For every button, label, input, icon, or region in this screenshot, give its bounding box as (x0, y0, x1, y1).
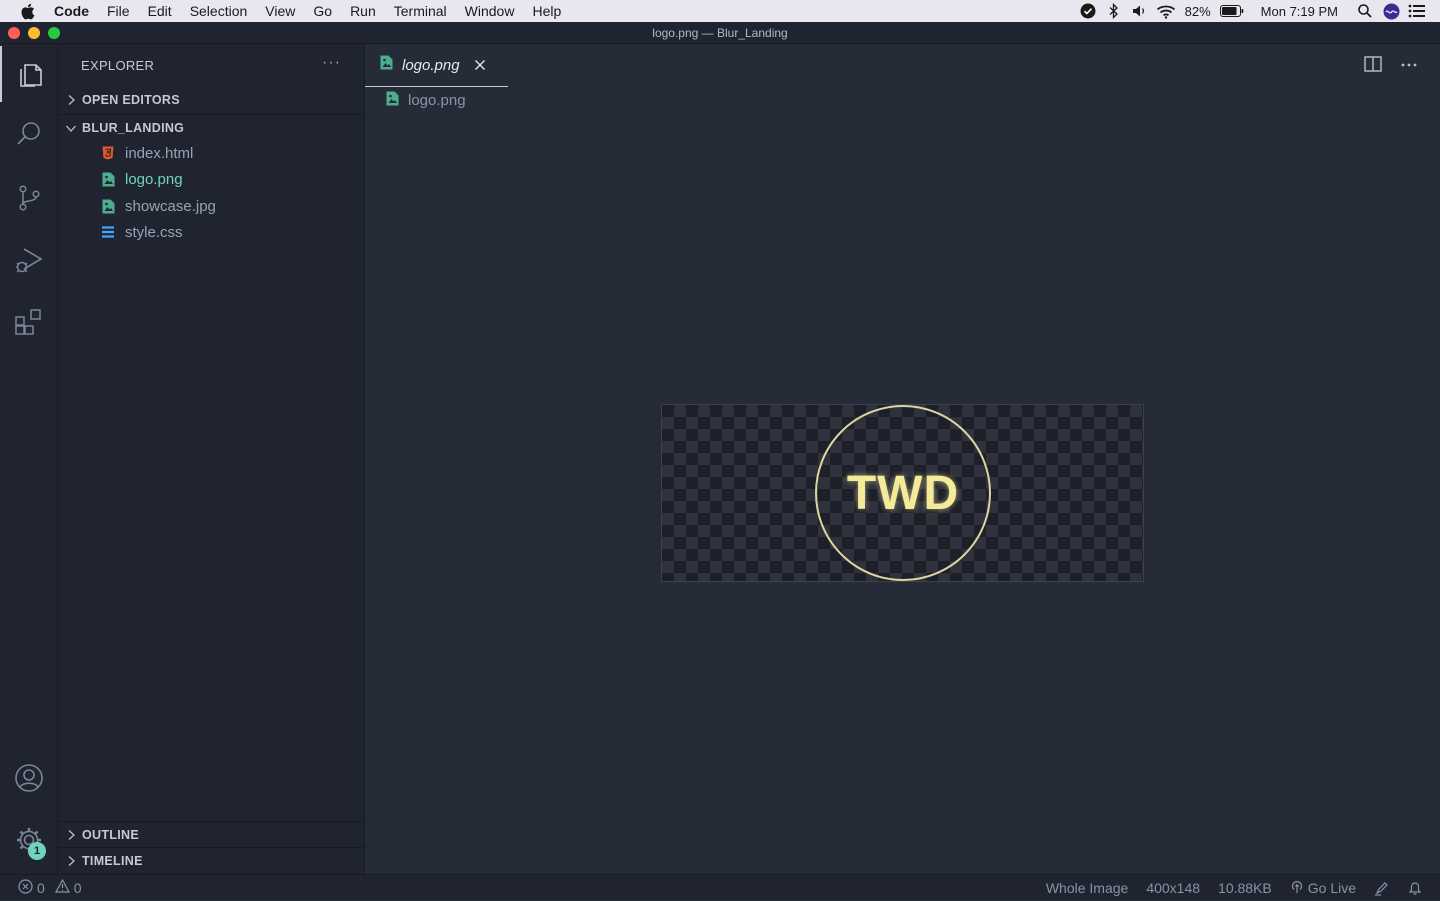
menu-help[interactable]: Help (523, 0, 570, 22)
warning-count: 0 (73, 879, 82, 896)
timeline-section[interactable]: TIMELINE (58, 847, 364, 873)
error-icon (18, 878, 33, 897)
image-filesize: 10.88KB (1218, 880, 1272, 896)
chevron-right-icon (58, 829, 82, 841)
feedback-icon[interactable] (1365, 880, 1399, 896)
file-name: style.css (125, 223, 183, 241)
file-item-logo-png[interactable]: logo.png (58, 166, 364, 192)
editor-tabs-bar: logo.png (365, 44, 1440, 87)
explorer-more-actions-icon[interactable]: ··· (322, 54, 341, 72)
run-debug-icon[interactable] (0, 232, 58, 288)
explorer-sidebar: EXPLORER ··· OPEN EDITORS BLUR_LANDING i… (58, 44, 365, 874)
window-title: logo.png — Blur_Landing (652, 25, 788, 40)
image-preview[interactable]: TWD (661, 404, 1144, 582)
minimize-window-button[interactable] (28, 27, 40, 39)
tab-label: logo.png (402, 56, 460, 74)
image-file-icon (100, 171, 116, 187)
explorer-icon[interactable] (0, 46, 58, 102)
broadcast-icon (1290, 880, 1304, 897)
close-window-button[interactable] (8, 27, 20, 39)
problems-indicator[interactable]: 0 0 (0, 878, 82, 897)
zoom-window-button[interactable] (48, 27, 60, 39)
volume-icon[interactable] (1127, 0, 1153, 22)
source-control-icon[interactable] (0, 170, 58, 226)
chevron-right-icon (58, 94, 82, 106)
menu-code[interactable]: Code (54, 0, 98, 22)
image-file-icon (380, 55, 393, 75)
status-bar: 0 0 Whole Image 400x148 10.88KB Go Live (0, 874, 1440, 900)
siri-icon[interactable] (1378, 0, 1404, 22)
error-count: 0 (37, 879, 45, 896)
css3-file-icon (100, 224, 116, 240)
extensions-icon[interactable] (0, 294, 58, 350)
outline-section[interactable]: OUTLINE (58, 821, 364, 847)
file-name: logo.png (125, 170, 183, 188)
wifi-icon[interactable] (1153, 0, 1179, 22)
tab-logo-png[interactable]: logo.png (365, 44, 508, 87)
checkmark-status-icon[interactable] (1075, 0, 1101, 22)
menu-run[interactable]: Run (341, 0, 385, 22)
file-item-style-css[interactable]: style.css (58, 219, 364, 245)
file-item-showcase-jpg[interactable]: showcase.jpg (58, 193, 364, 219)
open-editors-label: OPEN EDITORS (82, 93, 180, 107)
html5-file-icon (100, 145, 116, 161)
more-actions-icon[interactable] (1400, 56, 1418, 77)
go-live-button[interactable]: Go Live (1281, 880, 1365, 897)
explorer-title: EXPLORER (81, 58, 155, 73)
menu-selection[interactable]: Selection (181, 0, 257, 22)
clock[interactable]: Mon 7:19 PM (1247, 4, 1352, 19)
bluetooth-icon[interactable] (1101, 0, 1127, 22)
window-title-bar: logo.png — Blur_Landing (0, 22, 1440, 44)
project-folder-section[interactable]: BLUR_LANDING (58, 114, 364, 140)
settings-update-badge: 1 (28, 842, 46, 860)
apple-menu-icon[interactable] (0, 3, 54, 20)
project-folder-label: BLUR_LANDING (82, 120, 185, 135)
macos-menu-bar: Code File Edit Selection View Go Run Ter… (0, 0, 1440, 22)
menu-go[interactable]: Go (304, 0, 341, 22)
breadcrumb[interactable]: logo.png (386, 90, 466, 110)
open-editors-section[interactable]: OPEN EDITORS (58, 87, 364, 113)
go-live-label: Go Live (1307, 880, 1356, 896)
menu-terminal[interactable]: Terminal (385, 0, 456, 22)
close-tab-icon[interactable] (474, 59, 486, 71)
chevron-right-icon (58, 855, 82, 867)
image-dimensions: 400x148 (1146, 880, 1201, 896)
manage-gear-icon[interactable]: 1 (0, 812, 58, 868)
chevron-down-icon (58, 123, 82, 133)
image-file-icon (386, 91, 399, 110)
menu-edit[interactable]: Edit (139, 0, 181, 22)
menu-file[interactable]: File (98, 0, 139, 22)
file-item-index-html[interactable]: index.html (58, 140, 364, 166)
outline-label: OUTLINE (82, 827, 139, 842)
menu-view[interactable]: View (256, 0, 304, 22)
search-icon[interactable] (0, 106, 58, 162)
notifications-bell-icon[interactable] (1399, 880, 1440, 896)
logo-circle: TWD (815, 405, 991, 581)
notification-center-icon[interactable] (1404, 0, 1430, 22)
spotlight-search-icon[interactable] (1352, 0, 1378, 22)
breadcrumb-file: logo.png (408, 91, 466, 109)
logo-text: TWD (846, 466, 960, 520)
timeline-label: TIMELINE (82, 853, 143, 868)
file-name: index.html (125, 144, 194, 162)
battery-icon[interactable] (1217, 0, 1247, 22)
warning-icon (54, 878, 70, 896)
zoom-level[interactable]: Whole Image (1037, 880, 1137, 896)
activity-bar: 1 (0, 44, 58, 874)
accounts-icon[interactable] (0, 750, 58, 806)
image-file-icon (100, 198, 116, 214)
battery-percent: 82% (1184, 3, 1211, 19)
split-editor-icon[interactable] (1364, 56, 1382, 77)
menu-window[interactable]: Window (456, 0, 524, 22)
file-name: showcase.jpg (125, 197, 216, 215)
